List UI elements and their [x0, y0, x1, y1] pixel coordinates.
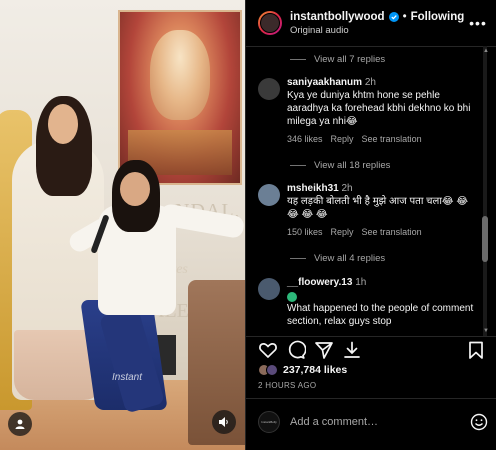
comment-item: __floowery.13 1h What happened to the pe…: [258, 276, 476, 328]
emoji-smiley-icon[interactable]: [470, 413, 488, 431]
reply-button[interactable]: Reply: [331, 227, 354, 237]
add-comment-input[interactable]: Add a comment…: [290, 416, 470, 428]
post-actions-bar: [258, 340, 486, 362]
comment-item: saniyaakhanum 2h Kya ye duniya khtm hone…: [258, 76, 476, 144]
see-translation-button[interactable]: See translation: [362, 227, 422, 237]
girl-face: [120, 172, 150, 206]
view-replies-label: View all 7 replies: [314, 54, 386, 65]
view-replies-button[interactable]: View all 4 replies: [290, 253, 385, 264]
speaker-icon: [219, 417, 228, 427]
video-watermark: Instant: [112, 372, 143, 383]
instagram-post-modal: NDAL, ves ALE Instant: [0, 0, 496, 450]
commenter-username[interactable]: __floowery.13: [287, 277, 352, 288]
comment-text-block: msheikh31 2h यह लड़की बोलती भी है मुझे आ…: [287, 182, 476, 221]
own-avatar: InstantBolly: [258, 411, 280, 433]
tagged-people-button[interactable]: [8, 412, 32, 436]
view-replies-button[interactable]: View all 7 replies: [290, 54, 385, 65]
likes-count[interactable]: 237,784 likes: [283, 364, 347, 376]
likes-summary[interactable]: 237,784 likes: [258, 364, 347, 376]
see-translation-button[interactable]: See translation: [362, 134, 422, 144]
view-replies-label: View all 4 replies: [314, 253, 386, 264]
mute-button[interactable]: [212, 410, 236, 434]
comments-panel: instantbollywood • Following Original au…: [245, 0, 496, 450]
comment-composer: InstantBolly Add a comment…: [258, 410, 488, 434]
save-bookmark-icon[interactable]: [466, 340, 486, 360]
original-audio-link[interactable]: Original audio: [290, 25, 464, 36]
comment-text-block: __floowery.13 1h What happened to the pe…: [287, 276, 476, 328]
comments-scrollbar[interactable]: [482, 46, 488, 336]
comment-text-block: saniyaakhanum 2h Kya ye duniya khtm hone…: [287, 76, 476, 128]
liker-avatar: [266, 364, 278, 376]
comment-likes[interactable]: 346 likes: [287, 134, 323, 144]
comment-bubble-icon[interactable]: [286, 340, 306, 360]
person-icon: [15, 419, 25, 429]
reply-button[interactable]: Reply: [331, 134, 354, 144]
commenter-username[interactable]: saniyaakhanum: [287, 77, 362, 88]
verified-badge-icon: [388, 11, 399, 22]
composer-divider: [246, 398, 496, 399]
comment-item: msheikh31 2h यह लड़की बोलती भी है मुझे आ…: [258, 182, 476, 237]
post-timestamp[interactable]: 2 HOURS AGO: [258, 381, 316, 390]
view-replies-button[interactable]: View all 18 replies: [290, 160, 390, 171]
commenter-avatar[interactable]: [258, 184, 280, 206]
download-icon[interactable]: [342, 340, 362, 360]
ganesh-figure: [150, 30, 210, 120]
comment-likes[interactable]: 150 likes: [287, 227, 323, 237]
commenter-username[interactable]: msheikh31: [287, 183, 339, 194]
comment-text: What happened to the people of comment s…: [287, 303, 474, 328]
scroll-up-arrow-icon[interactable]: ▲: [483, 48, 489, 54]
comment-time: 2h: [341, 183, 353, 194]
author-avatar[interactable]: [258, 11, 282, 35]
comment-text: यह लड़की बोलती भी है मुझे आज पता चला😂 😂 …: [287, 196, 469, 220]
scroll-down-arrow-icon[interactable]: ▼: [483, 328, 489, 334]
woman-face: [48, 104, 78, 144]
commenter-avatar[interactable]: [258, 78, 280, 100]
comment-time: 2h: [364, 77, 376, 88]
comment-text: Kya ye duniya khtm hone se pehle aaradhy…: [287, 90, 471, 127]
author-username[interactable]: instantbollywood: [290, 11, 385, 23]
following-button[interactable]: Following: [411, 11, 465, 23]
view-replies-label: View all 18 replies: [314, 160, 391, 171]
commenter-avatar[interactable]: [258, 278, 280, 300]
comment-time: 1h: [355, 277, 367, 288]
more-options-icon[interactable]: •••: [469, 14, 487, 32]
like-heart-icon[interactable]: [258, 340, 278, 360]
actions-divider: [246, 336, 496, 337]
share-paper-plane-icon[interactable]: [314, 340, 334, 360]
post-header: instantbollywood • Following Original au…: [246, 0, 496, 46]
scroll-thumb[interactable]: [482, 216, 488, 262]
separator-dot: •: [402, 10, 407, 23]
badge-check-icon: [287, 292, 297, 302]
comments-list: View all 7 replies saniyaakhanum 2h Kya …: [246, 46, 476, 336]
post-video[interactable]: NDAL, ves ALE Instant: [0, 0, 245, 450]
